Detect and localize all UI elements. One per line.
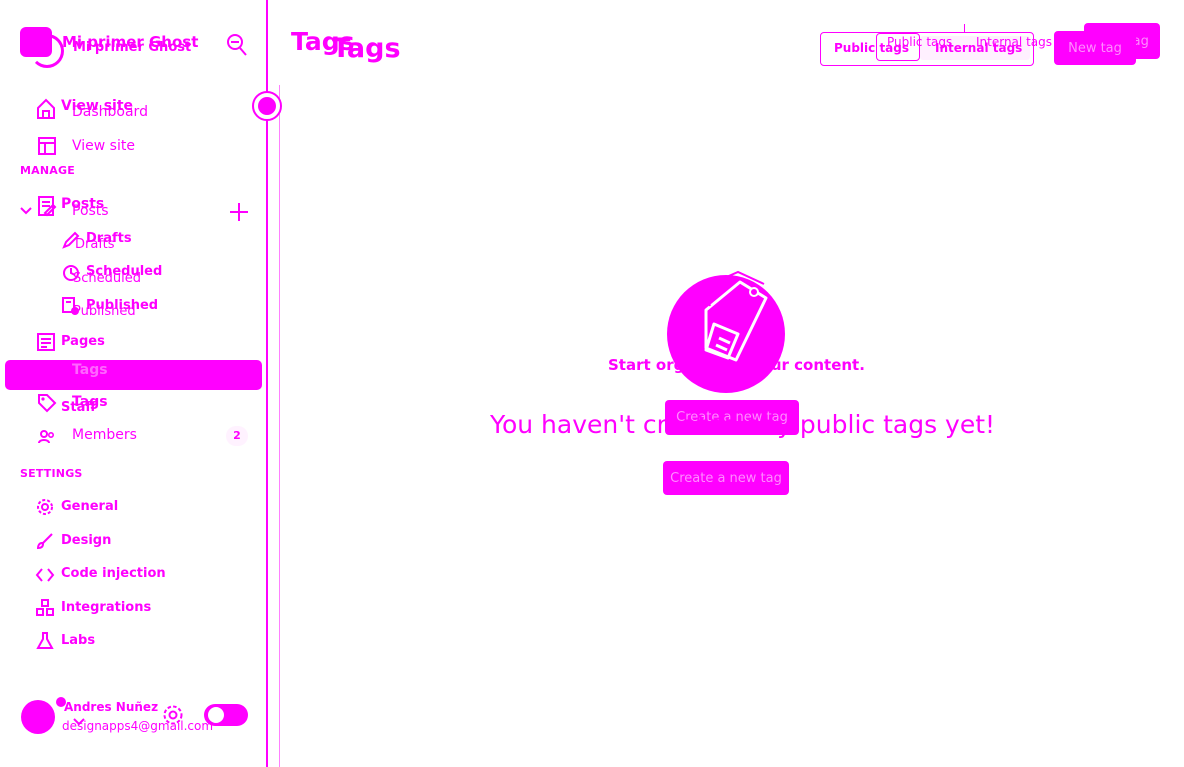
- code-icon: [35, 567, 55, 586]
- nav-tags-active[interactable]: [5, 360, 262, 390]
- nav-scheduled-secondary[interactable]: Scheduled: [73, 271, 141, 286]
- nav-view-site-secondary[interactable]: View site: [72, 138, 135, 154]
- theme-toggle[interactable]: [204, 704, 248, 726]
- labs-icon: [36, 632, 54, 654]
- home-icon: [36, 98, 56, 124]
- sidebar: Mi primer Ghost Mi primer Ghost View sit…: [0, 0, 282, 767]
- nav-integrations[interactable]: Integrations: [61, 600, 151, 615]
- settings-gear-icon[interactable]: [162, 704, 184, 730]
- theme-toggle-knob: [208, 707, 224, 723]
- new-tag-button-secondary-label: New tag: [1068, 40, 1122, 56]
- new-tag-button-secondary[interactable]: New tag: [1054, 31, 1136, 65]
- tab-internal-tags-secondary[interactable]: Internal tags: [976, 35, 1052, 49]
- nav-posts-secondary[interactable]: Posts: [72, 203, 109, 219]
- manage-section-label: MANAGE: [20, 164, 75, 177]
- avatar[interactable]: [21, 700, 55, 734]
- site-logo-overlay: [30, 34, 64, 68]
- header-tick: [964, 24, 965, 32]
- gear-icon: [36, 498, 54, 520]
- nav-pages[interactable]: Pages: [61, 334, 105, 349]
- sidebar-toggle-icon[interactable]: [251, 91, 283, 127]
- tags-illustration-icon: [666, 268, 790, 402]
- chevron-down-icon[interactable]: [20, 200, 32, 219]
- nav-tags[interactable]: Tags: [72, 362, 108, 378]
- site-title-secondary: Mi primer Ghost: [73, 40, 192, 55]
- nav-tags-secondary[interactable]: Tags: [72, 394, 108, 410]
- members-count-badge: 2: [226, 426, 248, 446]
- brush-icon: [36, 532, 54, 554]
- nav-dashboard[interactable]: Dashboard: [72, 104, 148, 120]
- plus-icon[interactable]: [229, 202, 249, 226]
- nav-members[interactable]: Members: [72, 427, 137, 443]
- chevron-down-icon[interactable]: [73, 711, 85, 730]
- page-title-secondary: Tags: [332, 33, 401, 64]
- search-icon[interactable]: [226, 33, 248, 61]
- posts-icon: [37, 195, 57, 223]
- pages-icon: [37, 333, 55, 355]
- create-tag-button-label: Create a new tag: [670, 470, 782, 486]
- empty-state-message: You haven't created any public tags yet!: [490, 410, 996, 439]
- layout-icon: [38, 137, 56, 159]
- empty-state-title: Start organizing your content.: [608, 356, 865, 374]
- nav-design[interactable]: Design: [61, 533, 111, 548]
- nav-general[interactable]: General: [61, 499, 118, 514]
- nav-drafts-secondary[interactable]: Drafts: [75, 237, 115, 252]
- nav-labs[interactable]: Labs: [61, 633, 95, 648]
- nav-code-injection[interactable]: Code injection: [61, 566, 166, 581]
- create-tag-button[interactable]: Create a new tag: [663, 461, 789, 495]
- settings-section-label: SETTINGS: [20, 467, 83, 480]
- sidebar-divider-secondary: [279, 85, 280, 767]
- nav-published-secondary[interactable]: Published: [73, 304, 136, 319]
- members-icon: [38, 429, 56, 448]
- integrations-icon: [36, 599, 54, 621]
- tags-icon: [37, 393, 57, 417]
